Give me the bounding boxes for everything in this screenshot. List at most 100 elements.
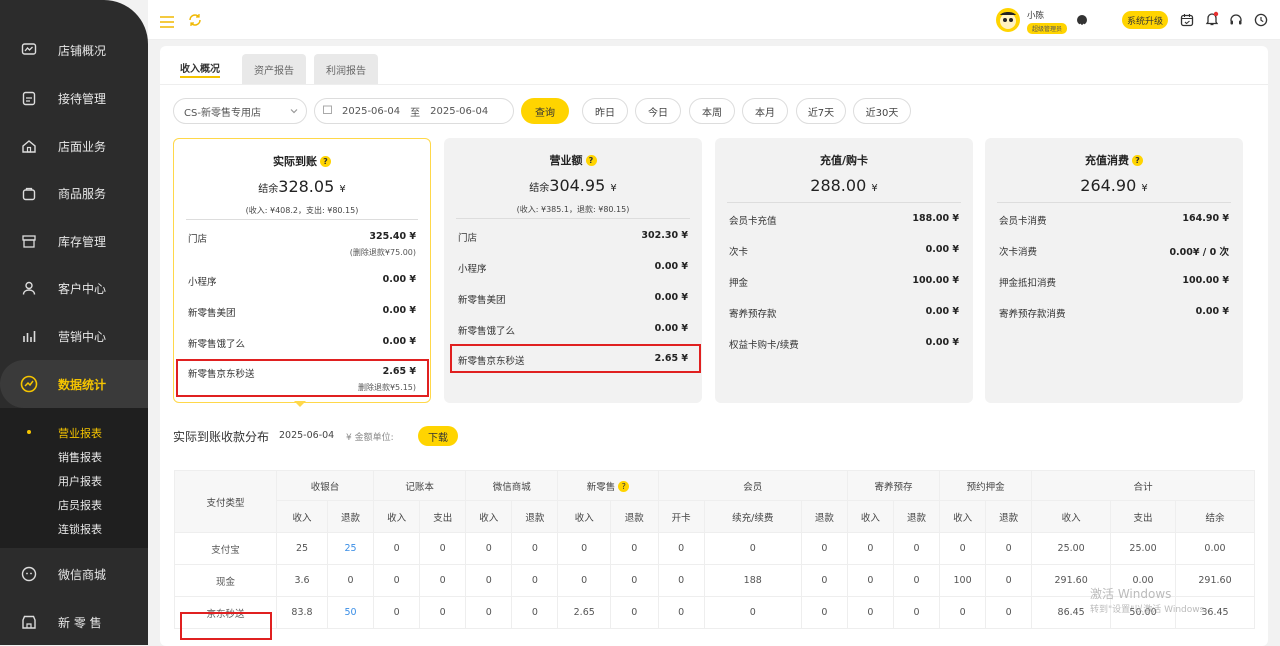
date-to[interactable]: 2025-06-04: [430, 106, 488, 117]
subheader-cell: 收入: [276, 500, 328, 533]
divider: [186, 219, 418, 220]
sidebar-item-store-business[interactable]: 店面业务: [0, 124, 148, 168]
card-row: 寄养预存款消费 0.00 ¥: [999, 306, 1229, 320]
card-row: 会员卡消费 164.90 ¥: [999, 213, 1229, 227]
tab-asset-report[interactable]: 资产报告: [242, 54, 306, 84]
sidebar-item-statistics[interactable]: 数据统计: [0, 360, 148, 408]
clock-icon[interactable]: [1254, 12, 1268, 31]
sidebar-item-wechat-mall[interactable]: 微信商城: [0, 552, 148, 596]
menu-icon[interactable]: [160, 13, 174, 32]
card-row: 押金抵扣消费 100.00 ¥: [999, 275, 1229, 289]
table-cell: 25.00: [1031, 532, 1112, 565]
sidebar-item-marketing[interactable]: 营销中心: [0, 314, 148, 358]
sidebar-item-store-overview[interactable]: 店铺概况: [0, 28, 148, 72]
sidebar-item-new-retail[interactable]: 新 零 售: [0, 600, 148, 644]
date-separator: 至: [410, 107, 421, 119]
table-cell: 0: [846, 532, 894, 565]
card-row: 小程序 0.00 ¥: [188, 274, 416, 288]
tab-profit-report[interactable]: 利润报告: [314, 54, 378, 84]
sidebar: 店铺概况 接待管理 店面业务 商品服务 库存管理 客户中心 营销中心 数据统计 …: [0, 0, 148, 645]
subheader-cell: 结余: [1175, 500, 1255, 533]
submenu-item-staff-report[interactable]: 店员报表: [58, 497, 102, 513]
table-cell[interactable]: 25: [326, 532, 375, 565]
help-icon[interactable]: ?: [618, 480, 630, 492]
sidebar-item-label: 微信商城: [58, 567, 107, 582]
calendar-icon[interactable]: [1180, 12, 1194, 31]
table-cell: 291.60: [1175, 564, 1255, 597]
bell-icon[interactable]: [1205, 11, 1219, 30]
divider: [997, 202, 1231, 203]
avatar[interactable]: [996, 8, 1020, 32]
table-cell[interactable]: 50: [326, 596, 375, 629]
card-amount: 结余328.05 ¥: [258, 177, 346, 196]
submenu-item-business-report[interactable]: 营业报表: [58, 425, 102, 441]
sidebar-item-inventory[interactable]: 库存管理: [0, 219, 148, 263]
card-row: 新零售美团 0.00 ¥: [458, 292, 688, 306]
help-icon[interactable]: ?: [320, 156, 331, 167]
help-icon[interactable]: ?: [585, 155, 597, 166]
sidebar-item-label: 库存管理: [58, 234, 107, 249]
card-title: 充值消费: [1085, 154, 1129, 167]
table-cell: 0: [557, 564, 612, 597]
submenu-item-sales-report[interactable]: 销售报表: [58, 449, 102, 465]
card-recharge[interactable]: 充值/购卡 288.00 ¥ 会员卡充值 188.00 ¥ 次卡 0.00 ¥ 押金…: [715, 138, 973, 403]
filter-this-week[interactable]: 本周: [689, 98, 735, 124]
table-cell: 0: [373, 564, 421, 597]
sidebar-item-label: 店面业务: [58, 139, 107, 154]
filter-this-month[interactable]: 本月: [742, 98, 788, 124]
table-cell: 0: [419, 564, 467, 597]
table-cell: 0: [465, 532, 513, 565]
card-revenue[interactable]: 营业额? 结余304.95 ¥ (收入: ¥385.1，退款: ¥80.15) …: [444, 138, 702, 403]
headset-icon[interactable]: [1229, 12, 1243, 31]
user-icon: [20, 279, 38, 297]
subheader-cell: 续充/续费: [703, 500, 802, 533]
submenu-item-chain-report[interactable]: 连锁报表: [58, 521, 102, 537]
chevron-down-icon[interactable]: [1077, 15, 1087, 27]
row-payment-type: 支付宝: [174, 532, 277, 565]
subheader-cell: 退款: [800, 500, 848, 533]
divider: [727, 202, 961, 203]
sidebar-item-label: 客户中心: [58, 281, 107, 296]
chart-bars-icon: [20, 327, 38, 345]
table-cell: 0: [703, 596, 802, 629]
help-icon[interactable]: ?: [1132, 155, 1143, 166]
table-cell: 0: [419, 596, 467, 629]
section-date: 2025-06-04: [279, 430, 335, 441]
card-amount: 288.00 ¥: [810, 176, 878, 195]
card-recharge-consumption[interactable]: 充值消费? 264.90 ¥ 会员卡消费 164.90 ¥ 次卡消费 0.00¥ /…: [985, 138, 1243, 403]
sidebar-item-label: 商品服务: [58, 186, 107, 201]
card-title: 实际到账: [273, 155, 317, 168]
date-from[interactable]: 2025-06-04: [342, 106, 400, 117]
sidebar-item-goods[interactable]: 商品服务: [0, 171, 148, 215]
sidebar-item-customers[interactable]: 客户中心: [0, 266, 148, 310]
query-button[interactable]: 查询: [521, 98, 569, 124]
refresh-icon[interactable]: [188, 12, 202, 31]
chevron-down-icon: [290, 107, 298, 118]
filter-last-30-days[interactable]: 近30天: [853, 98, 911, 124]
card-row: 小程序 0.00 ¥: [458, 261, 688, 275]
card-actual-received[interactable]: 实际到账? 结余328.05 ¥ (收入: ¥408.2，支出: ¥80.15)…: [173, 138, 431, 403]
clipboard-icon: [20, 89, 38, 107]
header-group: 收银台: [275, 470, 375, 501]
table-cell: 0: [892, 596, 941, 629]
top-bar: 小陈 超级管理员 系统升级: [148, 0, 1280, 40]
filter-last-7-days[interactable]: 近7天: [796, 98, 846, 124]
table-cell: 25: [276, 532, 328, 565]
user-name: 小陈: [1027, 11, 1045, 21]
sidebar-item-reception[interactable]: 接待管理: [0, 76, 148, 120]
table-cell: 0: [800, 532, 848, 565]
tab-income-overview[interactable]: 收入概况: [168, 54, 232, 84]
card-amount: 结余304.95 ¥: [529, 176, 617, 195]
submenu-item-user-report[interactable]: 用户报表: [58, 473, 102, 489]
date-range-picker[interactable]: 2025-06-04 至 2025-06-04: [314, 98, 514, 124]
store-select[interactable]: CS-新零售专用店: [173, 98, 307, 124]
download-button[interactable]: 下载: [418, 426, 458, 446]
table-cell: 0: [373, 596, 421, 629]
system-upgrade-button[interactable]: 系统升级: [1122, 11, 1168, 29]
filter-yesterday[interactable]: 昨日: [582, 98, 628, 124]
sidebar-item-label: 新 零 售: [58, 615, 102, 630]
table-cell[interactable]: 0: [326, 564, 375, 597]
filter-today[interactable]: 今日: [635, 98, 681, 124]
highlight-box: [450, 344, 701, 373]
subheader-cell: 退款: [892, 500, 941, 533]
